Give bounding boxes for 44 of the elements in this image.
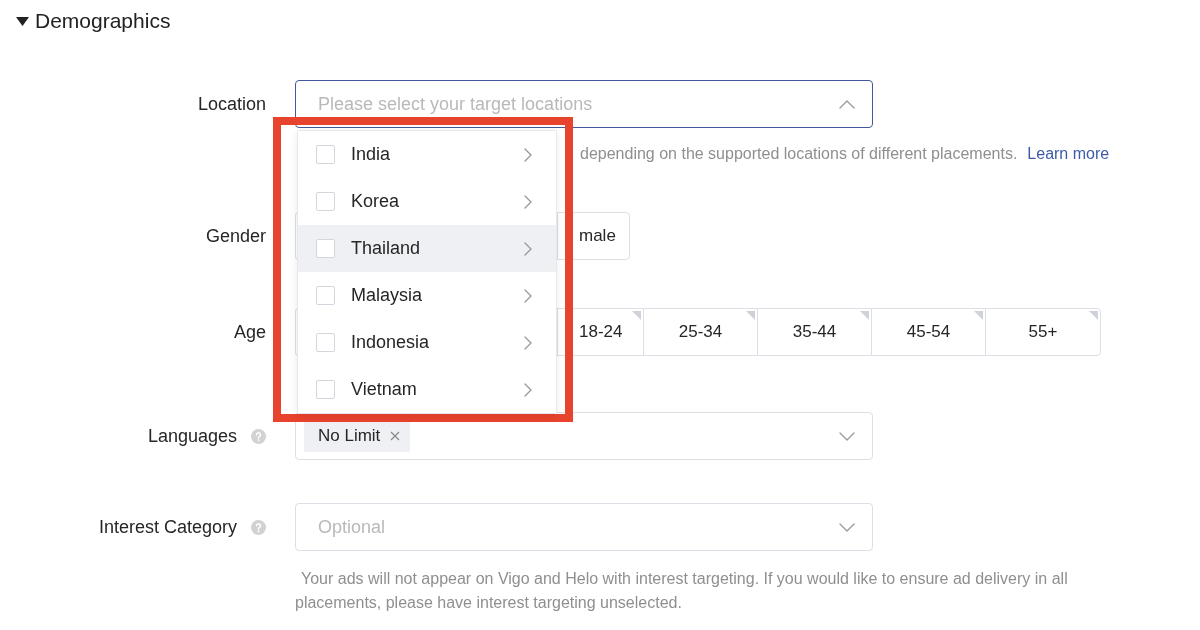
chevron-down-icon <box>839 431 855 441</box>
age-option[interactable]: 55+ <box>985 308 1101 356</box>
checkbox[interactable] <box>316 286 335 305</box>
corner-triangle-icon <box>1089 311 1098 320</box>
caret-down-icon[interactable] <box>16 16 29 26</box>
chevron-down-icon <box>839 522 855 532</box>
checkbox[interactable] <box>316 333 335 352</box>
age-option[interactable]: 45-54 <box>871 308 986 356</box>
corner-triangle-icon <box>746 311 755 320</box>
age-option[interactable]: 35-44 <box>757 308 872 356</box>
chevron-right-icon <box>524 382 532 397</box>
helper-text: depending on the supported locations of different placements. Learn more <box>580 144 1111 164</box>
location-option[interactable]: Korea <box>298 178 556 225</box>
field-label: Gender <box>205 225 266 247</box>
checkbox[interactable] <box>316 380 335 399</box>
learn-more-link[interactable]: Learn more <box>1027 145 1110 162</box>
checkbox[interactable] <box>316 192 335 211</box>
location-option[interactable]: Malaysia <box>298 272 556 319</box>
close-icon[interactable] <box>390 431 401 441</box>
field-label: Location <box>197 93 266 115</box>
chevron-right-icon <box>524 288 532 303</box>
chevron-right-icon <box>524 241 532 256</box>
tag-label: No Limit <box>318 426 381 446</box>
checkbox[interactable] <box>316 239 335 258</box>
help-icon[interactable] <box>251 519 266 535</box>
field-label: Interest Category <box>98 516 237 538</box>
field-label: Languages <box>147 425 237 447</box>
age-option[interactable]: 25-34 <box>643 308 758 356</box>
help-icon[interactable] <box>251 428 266 444</box>
corner-triangle-icon <box>974 311 983 320</box>
location-option[interactable]: Indonesia <box>298 319 556 366</box>
languages-select[interactable]: No Limit <box>295 412 873 460</box>
chevron-right-icon <box>524 147 532 162</box>
corner-triangle-icon <box>860 311 869 320</box>
note-text: Your ads will not appear on Vigo and Helo with interest targeting. If you would like to ensure ad delivery in all placements, please have interest targeting unselected. <box>295 569 1069 613</box>
section-title: Demographics <box>35 8 171 34</box>
chevron-right-icon <box>524 335 532 350</box>
location-option[interactable]: India <box>298 131 556 178</box>
location-option[interactable]: Vietnam <box>298 366 556 413</box>
corner-triangle-icon <box>632 311 641 320</box>
field-label: Age <box>233 321 266 343</box>
checkbox[interactable] <box>316 145 335 164</box>
chevron-right-icon <box>524 194 532 209</box>
location-option[interactable]: Thailand <box>298 225 556 272</box>
